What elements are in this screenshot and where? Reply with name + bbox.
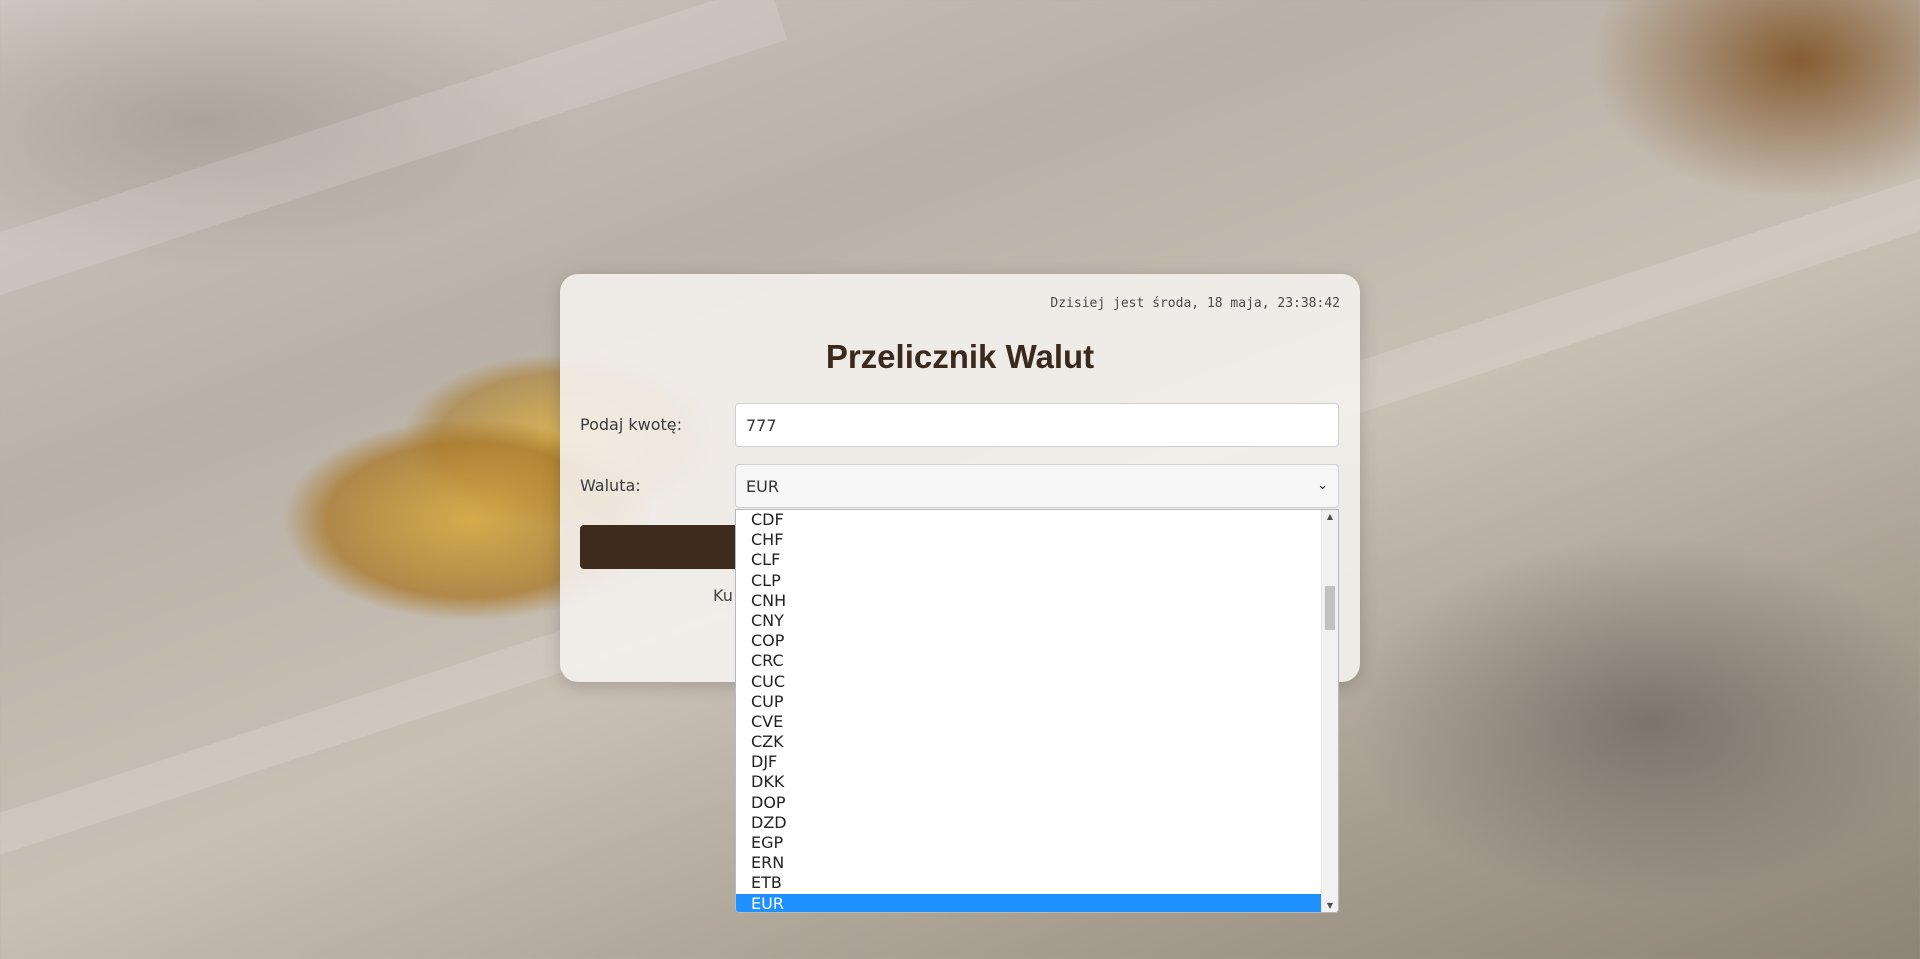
currency-option[interactable]: ERN [736,853,1321,873]
chevron-down-icon: ⌄ [1317,478,1328,493]
currency-option[interactable]: CRC [736,651,1321,671]
currency-option[interactable]: CNH [736,591,1321,611]
amount-input[interactable]: 777 [735,403,1339,447]
page-title: Przelicznik Walut [825,338,1095,375]
currency-option[interactable]: DJF [736,752,1321,772]
amount-value: 777 [746,416,777,435]
currency-option[interactable]: EGP [736,833,1321,853]
amount-label: Podaj kwotę: [580,415,683,434]
scrollbar-thumb[interactable] [1325,586,1335,630]
currency-option[interactable]: CUP [736,692,1321,712]
dropdown-scrollbar[interactable]: ▲ ▼ [1321,510,1338,912]
scroll-down-arrow-icon[interactable]: ▼ [1322,901,1338,910]
scroll-up-arrow-icon[interactable]: ▲ [1322,512,1338,521]
currency-option[interactable]: CLF [736,550,1321,570]
currency-option[interactable]: EUR [736,893,1321,912]
background-texture [0,0,788,318]
currency-label: Waluta: [580,476,641,495]
currency-option[interactable]: ETB [736,873,1321,893]
currency-option[interactable]: CVE [736,712,1321,732]
currency-option[interactable]: CLP [736,571,1321,591]
currency-options: CDF CHF CLF CLP CNH CNY COP CRC CUC CUP CVE CZK DJF D… [736,510,1321,912]
currency-select[interactable]: EUR ⌄ [735,464,1339,508]
date-time-display: Dzisiej jest środa, 18 maja, 23:38:42 [1050,296,1340,311]
currency-selected-value: EUR [746,477,779,496]
currency-option[interactable]: CUC [736,672,1321,692]
currency-option[interactable]: COP [736,631,1321,651]
currency-option[interactable]: CHF [736,530,1321,550]
currency-dropdown-list[interactable]: CDF CHF CLF CLP CNH CNY COP CRC CUC CUP CVE CZK DJF D… [735,509,1339,913]
currency-option[interactable]: CZK [736,732,1321,752]
currency-option[interactable]: DKK [736,772,1321,792]
currency-option[interactable]: DZD [736,813,1321,833]
currency-option[interactable]: CDF [736,510,1321,530]
currency-option[interactable]: DOP [736,793,1321,813]
currency-option[interactable]: CNY [736,611,1321,631]
rate-result-text: Ku [713,586,733,605]
